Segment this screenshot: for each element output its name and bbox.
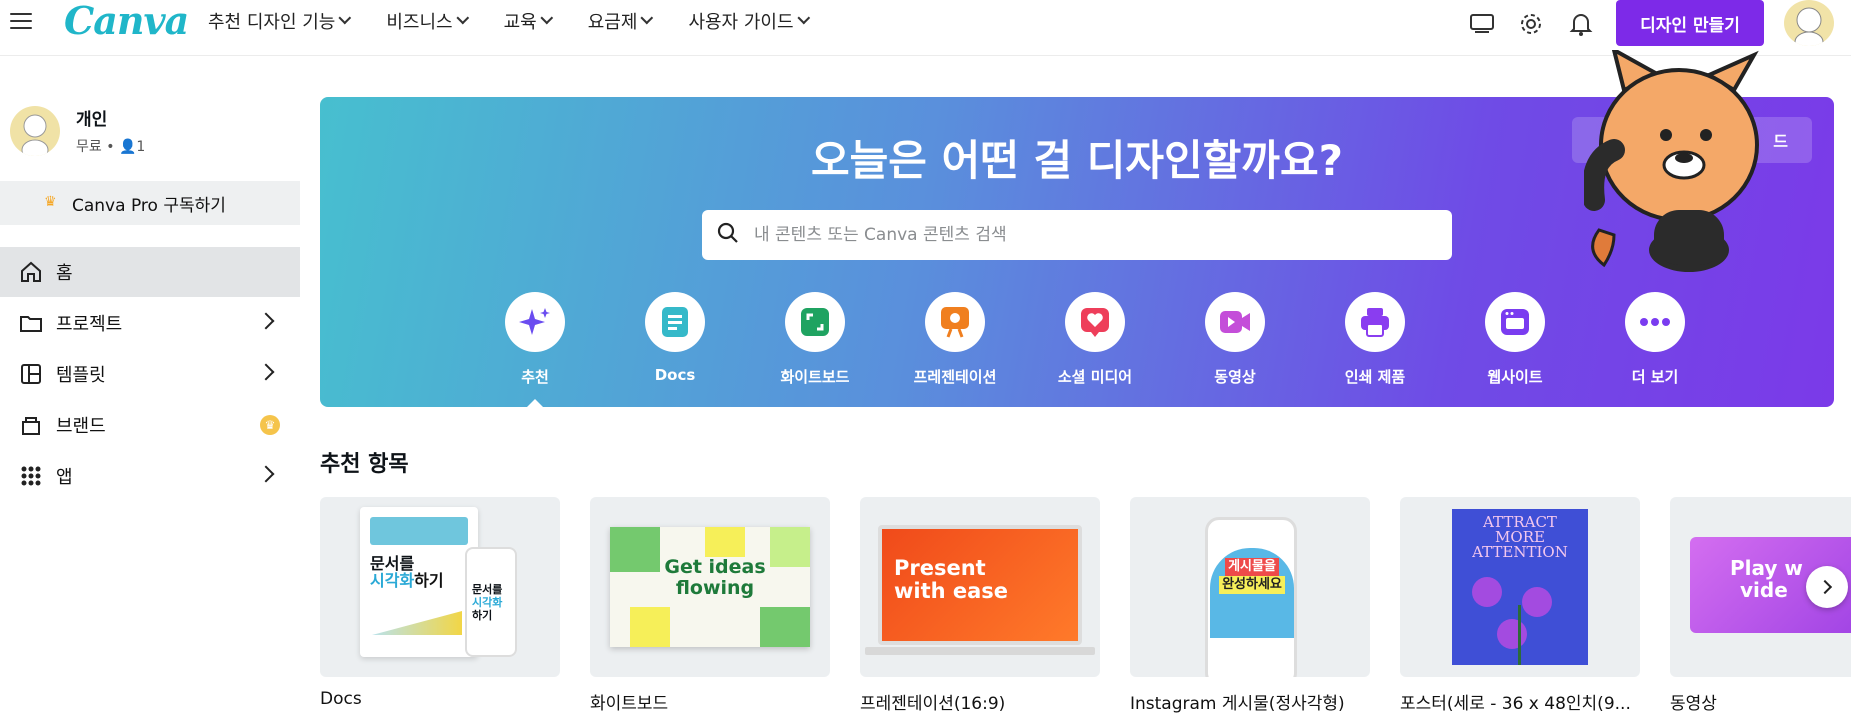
chevron-right-icon	[257, 312, 275, 330]
bell-icon[interactable]	[1567, 10, 1595, 38]
card-docs[interactable]: 문서를 시각화하기 문서를 시각화 하기 Docs	[320, 497, 560, 709]
printer-icon	[1345, 292, 1405, 352]
category-featured[interactable]: 추천	[465, 292, 605, 407]
card-thumbnail: ATTRACT MORE ATTENTION	[1400, 497, 1640, 677]
card-thumbnail: 문서를 시각화하기 문서를 시각화 하기	[320, 497, 560, 677]
crown-icon: ♛	[44, 194, 57, 210]
card-label: 화이트보드	[590, 694, 669, 714]
chevron-down-icon	[540, 11, 553, 24]
avatar[interactable]	[1784, 0, 1834, 46]
category-video[interactable]: 동영상	[1165, 292, 1305, 387]
profile-block[interactable]: 개인 무료 • 👤1	[10, 105, 145, 156]
desktop-icon[interactable]	[1468, 10, 1496, 38]
category-website[interactable]: 웹사이트	[1445, 292, 1585, 387]
category-presentation[interactable]: 프레젠테이션	[885, 292, 1025, 387]
sidebar-item-templates[interactable]: 템플릿	[0, 349, 300, 399]
template-icon	[18, 361, 44, 387]
section-title: 추천 항목	[320, 452, 409, 477]
website-icon	[1485, 292, 1545, 352]
card-poster[interactable]: ATTRACT MORE ATTENTION 포스터(세로 - 36 x 48인…	[1400, 497, 1640, 714]
gear-icon[interactable]	[1517, 10, 1545, 38]
nav-featured[interactable]: 추천 디자인 기능	[208, 8, 352, 34]
card-label: 포스터(세로 - 36 x 48인치(9...	[1400, 694, 1631, 714]
nav-education[interactable]: 교육	[504, 8, 553, 34]
card-thumbnail: Present with ease	[860, 497, 1100, 677]
chevron-right-icon	[257, 363, 275, 381]
chevron-down-icon	[796, 11, 810, 24]
top-bar: Canva 추천 디자인 기능 비즈니스 교육 요금제 사용자 가이드 디자인 …	[0, 0, 1851, 56]
menu-icon[interactable]	[10, 10, 32, 32]
category-print[interactable]: 인쇄 제품	[1305, 292, 1445, 387]
crown-badge-icon: ♛	[260, 415, 280, 435]
search-icon	[716, 221, 740, 249]
card-label: Instagram 게시물(정사각형)	[1130, 694, 1345, 714]
home-icon	[18, 259, 44, 285]
sparkle-icon	[505, 292, 565, 352]
sidebar-item-home[interactable]: 홈	[0, 247, 300, 297]
apps-grid-icon	[18, 463, 44, 489]
sidebar-item-apps[interactable]: 앱	[0, 451, 300, 501]
avatar	[10, 105, 60, 156]
chevron-down-icon	[338, 11, 352, 24]
search-input[interactable]	[754, 225, 1414, 245]
card-label: Docs	[320, 689, 362, 709]
more-icon	[1625, 292, 1685, 352]
category-docs[interactable]: Docs	[605, 292, 745, 387]
search-bar[interactable]	[702, 210, 1452, 260]
folder-icon	[18, 310, 44, 336]
create-design-button[interactable]: 디자인 만들기	[1616, 0, 1764, 46]
canva-logo[interactable]: Canva	[64, 0, 189, 43]
pro-subscribe-button[interactable]: ♛ Canva Pro 구독하기	[0, 181, 300, 225]
member-icon: 👤	[118, 139, 137, 155]
presentation-icon	[925, 292, 985, 352]
top-nav: 추천 디자인 기능 비즈니스 교육 요금제 사용자 가이드	[208, 8, 845, 34]
profile-plan: 무료 • 👤1	[76, 139, 146, 155]
recommended-cards: 문서를 시각화하기 문서를 시각화 하기 Docs Get ideas flow…	[320, 497, 1851, 719]
card-thumbnail: 게시물을 완성하세요	[1130, 497, 1370, 677]
whiteboard-icon	[785, 292, 845, 352]
sidebar-item-brand[interactable]: 브랜드 ♛	[0, 400, 300, 450]
nav-pricing[interactable]: 요금제	[588, 8, 654, 34]
selected-pointer	[525, 399, 545, 407]
nav-guide[interactable]: 사용자 가이드	[688, 8, 810, 34]
category-more[interactable]: 더 보기	[1585, 292, 1725, 387]
card-label: 프레젠테이션(16:9)	[860, 694, 1006, 714]
chevron-down-icon	[640, 11, 654, 24]
brand-icon	[18, 412, 44, 438]
mascot-sticker	[1582, 46, 1774, 280]
doc-icon	[645, 292, 705, 352]
card-instagram[interactable]: 게시물을 완성하세요 Instagram 게시물(정사각형)	[1130, 497, 1370, 714]
nav-business[interactable]: 비즈니스	[386, 8, 469, 34]
category-row: 추천 Docs 화이트보드 프레젠테이션 소셜 미디어 동영상 인쇄 제품 웹사…	[465, 292, 1725, 407]
profile-name: 개인	[76, 110, 108, 130]
card-thumbnail: Get ideas flowing	[590, 497, 830, 677]
chevron-right-icon	[257, 465, 275, 483]
heart-icon	[1065, 292, 1125, 352]
chevron-right-icon	[1817, 579, 1833, 595]
card-whiteboard[interactable]: Get ideas flowing 화이트보드	[590, 497, 830, 714]
sidebar: 개인 무료 • 👤1 ♛ Canva Pro 구독하기 홈 프로젝트 템플릿 브…	[0, 57, 305, 719]
category-whiteboard[interactable]: 화이트보드	[745, 292, 885, 387]
card-presentation[interactable]: Present with ease 프레젠테이션(16:9)	[860, 497, 1100, 714]
video-icon	[1205, 292, 1265, 352]
card-label: 동영상	[1670, 694, 1717, 714]
sidebar-item-projects[interactable]: 프로젝트	[0, 298, 300, 348]
category-social-media[interactable]: 소셜 미디어	[1025, 292, 1165, 387]
carousel-next-button[interactable]	[1806, 566, 1848, 608]
chevron-down-icon	[456, 11, 469, 24]
